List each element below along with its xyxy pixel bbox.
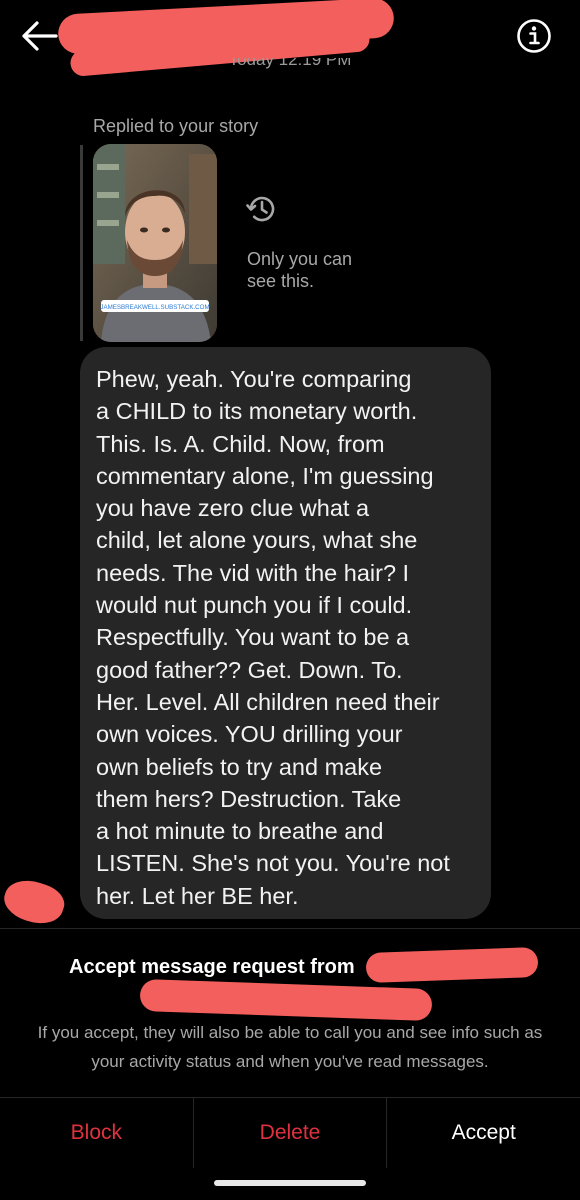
info-button[interactable] [516, 18, 552, 54]
replied-to-story-label: Replied to your story [93, 116, 259, 136]
info-icon [517, 19, 551, 53]
back-button[interactable] [18, 18, 62, 54]
divider-top [0, 928, 580, 929]
redacted-requester-name [365, 947, 539, 983]
message-timestamp: Today 12:19 PM [228, 58, 352, 69]
redacted-avatar [0, 873, 69, 931]
message-bubble[interactable]: Phew, yeah. You're comparing a CHILD to … [80, 347, 491, 919]
arrow-left-icon [22, 21, 58, 51]
message-text: Phew, yeah. You're comparing a CHILD to … [96, 366, 450, 909]
history-icon [246, 196, 275, 222]
accept-request-title: Accept message request from [69, 956, 355, 978]
block-button[interactable]: Block [0, 1098, 193, 1168]
accept-button[interactable]: Accept [386, 1098, 580, 1168]
reply-indicator-bar [80, 145, 83, 341]
home-indicator[interactable] [214, 1180, 366, 1186]
story-image: JAMESBREAKWELL.SUBSTACK.COM [93, 144, 217, 342]
accept-request-description: If you accept, they will also be able to… [37, 1023, 543, 1071]
request-actions-bar: Block Delete Accept [0, 1098, 580, 1168]
redacted-requester-handle [139, 978, 433, 1022]
story-thumbnail[interactable]: JAMESBREAKWELL.SUBSTACK.COM [93, 144, 217, 342]
story-link-sticker: JAMESBREAKWELL.SUBSTACK.COM [100, 304, 209, 311]
only-you-can-see-note: Only you can see this. [247, 249, 353, 291]
delete-button[interactable]: Delete [192, 1098, 387, 1168]
